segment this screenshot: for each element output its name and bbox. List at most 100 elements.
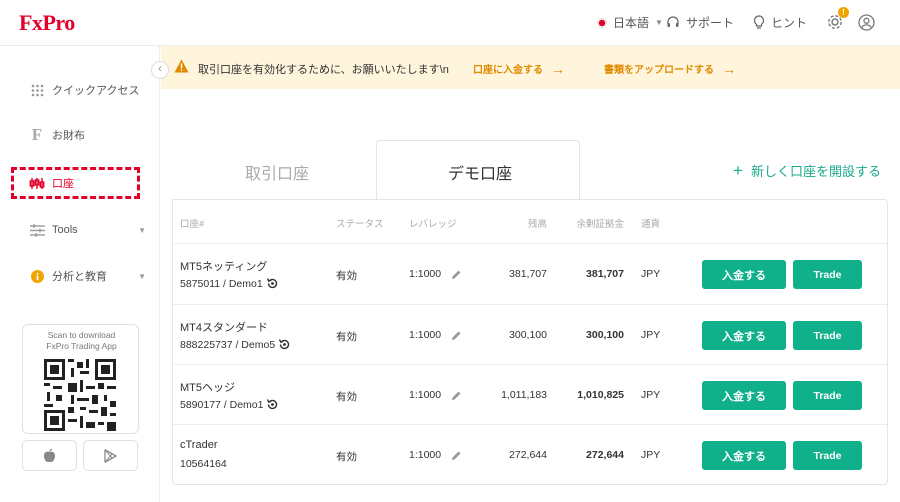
deposit-button[interactable]: 入金する bbox=[702, 321, 786, 350]
collapse-sidebar-button[interactable]: ‹ bbox=[151, 61, 169, 79]
leverage-cell: 1:1000 bbox=[409, 449, 462, 461]
sliders-icon bbox=[27, 223, 47, 237]
hint-link[interactable]: ヒント bbox=[753, 14, 807, 31]
japan-flag-icon bbox=[597, 17, 607, 28]
notification-badge: ! bbox=[838, 7, 849, 18]
account-name: MT5ネッティング bbox=[180, 261, 268, 273]
table-row: MT5ネッティング 5875011 / Demo1 有効 1:1000 381,… bbox=[173, 243, 887, 304]
sidebar-item-tools[interactable]: Tools ▼ bbox=[0, 215, 160, 245]
upload-documents-link[interactable]: 書類をアップロードする → bbox=[604, 60, 736, 77]
warning-icon bbox=[174, 59, 189, 73]
edit-pencil-icon[interactable] bbox=[451, 390, 462, 401]
table-row: MT4スタンダード 888225737 / Demo5 有効 1:1000 30… bbox=[173, 304, 887, 365]
header-status: ステータス bbox=[336, 219, 384, 230]
free-margin-value: 1,010,825 bbox=[577, 389, 624, 401]
table-row: cTrader 10564164 有効 1:1000 272,644 272,6… bbox=[173, 424, 887, 485]
leverage-cell: 1:1000 bbox=[409, 329, 462, 341]
reset-balance-icon[interactable] bbox=[266, 277, 279, 290]
sidebar-item-wallet[interactable]: F お財布 bbox=[0, 120, 160, 150]
tab-demo-accounts[interactable]: デモ口座 bbox=[448, 160, 512, 184]
sidebar-item-analysis-education[interactable]: 分析と教育 ▼ bbox=[0, 261, 160, 291]
header-leverage: レバレッジ bbox=[409, 219, 457, 230]
header-currency: 通貨 bbox=[641, 219, 661, 230]
headset-icon bbox=[667, 15, 679, 27]
fxpro-logo[interactable]: FxPro bbox=[19, 10, 75, 36]
balance-value: 272,644 bbox=[509, 449, 547, 461]
plus-icon: + bbox=[733, 160, 743, 180]
account-name: cTrader bbox=[180, 439, 218, 451]
trade-button[interactable]: Trade bbox=[793, 321, 862, 350]
leverage-cell: 1:1000 bbox=[409, 268, 462, 280]
reset-balance-icon[interactable] bbox=[266, 398, 279, 411]
free-margin-value: 300,100 bbox=[586, 329, 624, 341]
language-selector[interactable]: 日本語 ▼ bbox=[597, 14, 663, 31]
info-icon bbox=[27, 269, 47, 283]
trade-button[interactable]: Trade bbox=[793, 381, 862, 410]
account-id: 10564164 bbox=[180, 458, 227, 470]
chevron-down-icon: ▼ bbox=[138, 271, 146, 281]
currency-value: JPY bbox=[641, 268, 661, 280]
account-name: MT4スタンダード bbox=[180, 322, 268, 334]
trade-button[interactable]: Trade bbox=[793, 260, 862, 289]
edit-pencil-icon[interactable] bbox=[451, 330, 462, 341]
reset-balance-icon[interactable] bbox=[278, 338, 291, 351]
language-label: 日本語 bbox=[613, 16, 650, 30]
top-header: FxPro 日本語 ▼ サポート ヒント ! bbox=[0, 0, 900, 46]
grid-icon bbox=[27, 84, 47, 97]
app-store-button[interactable] bbox=[22, 440, 77, 471]
header-balance: 残高 bbox=[527, 219, 547, 230]
tab-trading-accounts[interactable]: 取引口座 bbox=[245, 160, 309, 184]
wallet-f-icon: F bbox=[31, 125, 43, 144]
sidebar-item-quick-access[interactable]: クイックアクセス bbox=[0, 75, 160, 105]
account-id: 888225737 / Demo5 bbox=[180, 338, 291, 351]
deposit-link[interactable]: 口座に入金する → bbox=[473, 60, 565, 77]
free-margin-value: 381,707 bbox=[586, 268, 624, 280]
deposit-button[interactable]: 入金する bbox=[702, 381, 786, 410]
qr-code-icon bbox=[44, 359, 116, 431]
deposit-button[interactable]: 入金する bbox=[702, 260, 786, 289]
accounts-table: 口座# ステータス レバレッジ 残高 余剰証拠金 通貨 MT5ネッティング 58… bbox=[172, 199, 888, 485]
balance-value: 1,011,183 bbox=[501, 389, 547, 401]
sidebar-item-label: 分析と教育 bbox=[52, 271, 107, 283]
leverage-cell: 1:1000 bbox=[409, 389, 462, 401]
account-id: 5875011 / Demo1 bbox=[180, 277, 279, 290]
annotation-highlight-box bbox=[11, 167, 140, 199]
user-avatar-icon[interactable] bbox=[858, 14, 875, 31]
status-value: 有効 bbox=[336, 391, 357, 403]
edit-pencil-icon[interactable] bbox=[451, 269, 462, 280]
open-new-account-button[interactable]: + 新しく口座を開設する bbox=[733, 161, 881, 180]
edit-pencil-icon[interactable] bbox=[451, 450, 462, 461]
verification-banner: 取引口座を有効化するために、お願いいたします\n 口座に入金する → 書類をアッ… bbox=[161, 46, 900, 89]
support-link[interactable]: サポート bbox=[666, 14, 734, 31]
chevron-down-icon: ▼ bbox=[655, 18, 663, 27]
app-download-card: Scan to download FxPro Trading App bbox=[22, 324, 139, 434]
status-value: 有効 bbox=[336, 451, 357, 463]
header-free-margin: 余剰証拠金 bbox=[576, 219, 624, 230]
arrow-right-icon: → bbox=[722, 60, 736, 77]
support-label: サポート bbox=[686, 16, 735, 30]
qr-caption: Scan to download FxPro Trading App bbox=[46, 330, 117, 351]
sidebar-item-label: お財布 bbox=[52, 130, 85, 142]
deposit-button[interactable]: 入金する bbox=[702, 441, 786, 470]
sidebar-item-label: Tools bbox=[52, 224, 78, 236]
balance-value: 300,100 bbox=[509, 329, 547, 341]
account-id: 5890177 / Demo1 bbox=[180, 398, 279, 411]
settings-button[interactable]: ! bbox=[826, 7, 849, 31]
play-store-icon bbox=[104, 448, 117, 463]
sidebar-item-label: クイックアクセス bbox=[52, 85, 140, 97]
currency-value: JPY bbox=[641, 389, 661, 401]
google-play-button[interactable] bbox=[83, 440, 138, 471]
account-name: MT5ヘッジ bbox=[180, 382, 235, 394]
table-row: MT5ヘッジ 5890177 / Demo1 有効 1:1000 1,011,1… bbox=[173, 364, 887, 425]
currency-value: JPY bbox=[641, 449, 661, 461]
banner-message: 取引口座を有効化するために、お願いいたします\n bbox=[198, 64, 449, 76]
free-margin-value: 272,644 bbox=[586, 449, 624, 461]
balance-value: 381,707 bbox=[509, 268, 547, 280]
header-account: 口座# bbox=[180, 219, 205, 230]
chevron-down-icon: ▼ bbox=[138, 225, 146, 235]
status-value: 有効 bbox=[336, 270, 357, 282]
lightbulb-icon bbox=[753, 15, 765, 29]
status-value: 有効 bbox=[336, 331, 357, 343]
trade-button[interactable]: Trade bbox=[793, 441, 862, 470]
arrow-right-icon: → bbox=[551, 60, 565, 77]
